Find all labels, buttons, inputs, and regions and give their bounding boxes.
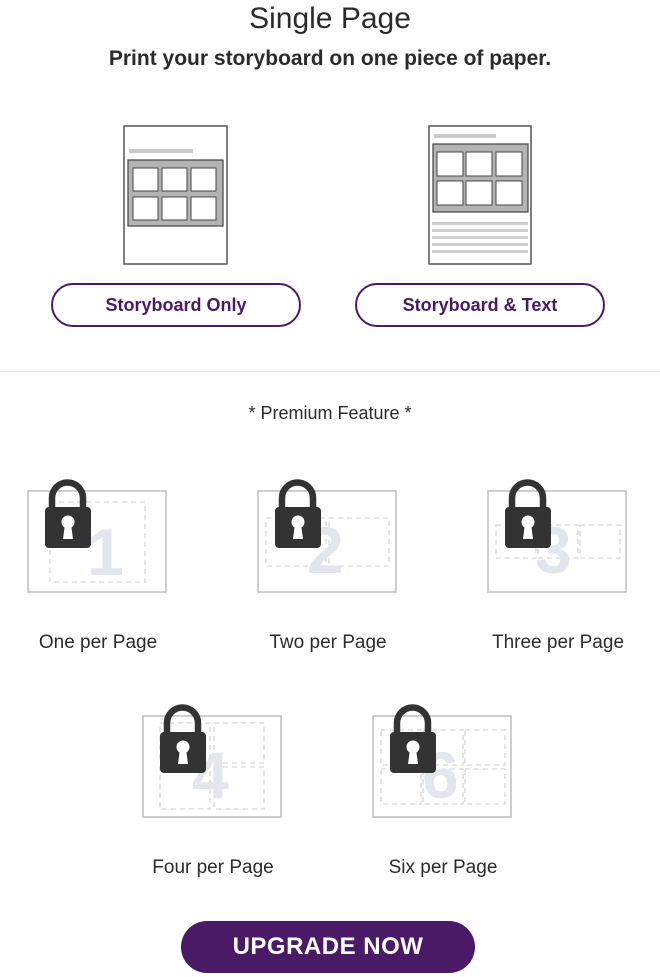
- layout-six-per-page[interactable]: 6: [370, 702, 520, 832]
- layout-one-per-page[interactable]: 1: [25, 477, 175, 607]
- storyboard-only-button[interactable]: Storyboard Only: [51, 283, 301, 327]
- layout-three-preview: 3: [487, 479, 627, 593]
- layout-two-label: Two per Page: [269, 632, 387, 653]
- layout-one-label: One per Page: [38, 632, 158, 653]
- layout-four-per-page[interactable]: 4: [140, 702, 290, 832]
- upgrade-now-button[interactable]: UPGRADE NOW: [181, 921, 475, 973]
- layout-number: 1: [87, 515, 124, 589]
- page-title: Single Page: [249, 2, 411, 35]
- layout-three-label: Three per Page: [491, 632, 625, 653]
- storyboard-only-thumbnail: [123, 125, 228, 265]
- layout-one-preview: 1: [27, 479, 167, 593]
- layout-two-per-page[interactable]: 2: [255, 477, 405, 607]
- layout-three-per-page[interactable]: 3: [485, 477, 635, 607]
- premium-feature-label: * Premium Feature *: [248, 403, 412, 423]
- storyboard-and-text-thumbnail: [428, 125, 532, 265]
- storyboard-and-text-button[interactable]: Storyboard & Text: [355, 283, 605, 327]
- layout-four-preview: 4: [142, 704, 282, 818]
- layout-four-label: Four per Page: [152, 857, 274, 878]
- layout-two-preview: 2: [257, 479, 397, 593]
- layout-six-preview: 6: [372, 704, 512, 818]
- page-subtitle: Print your storyboard on one piece of pa…: [108, 47, 552, 70]
- layout-six-label: Six per Page: [388, 857, 498, 878]
- section-divider: [0, 371, 660, 372]
